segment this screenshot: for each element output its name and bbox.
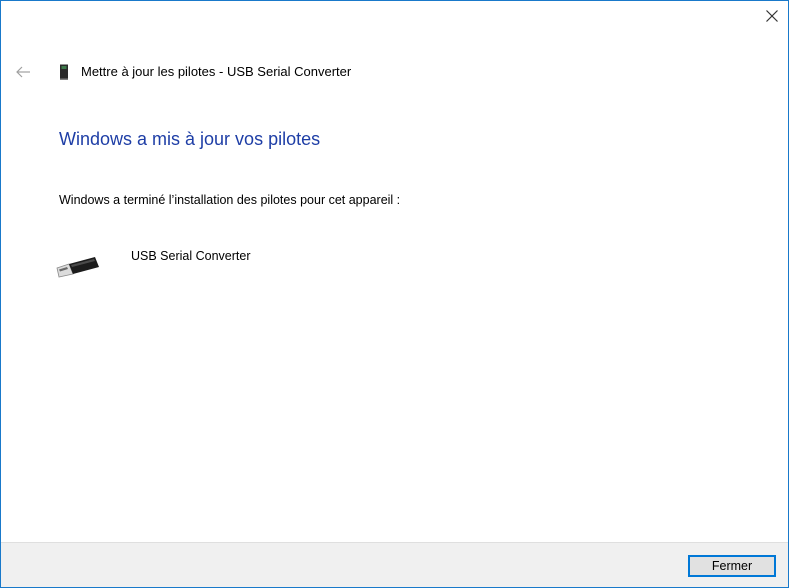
device-name: USB Serial Converter — [131, 249, 251, 263]
driver-device-icon — [60, 64, 68, 80]
close-window-button[interactable] — [756, 1, 788, 31]
close-button[interactable]: Fermer — [688, 555, 776, 577]
close-icon — [766, 10, 778, 22]
usb-plug-icon — [56, 257, 99, 278]
dialog-footer: Fermer — [1, 542, 788, 587]
dialog-header: Mettre à jour les pilotes - USB Serial C… — [1, 57, 701, 87]
install-complete-message: Windows a terminé l’installation des pil… — [59, 193, 401, 207]
page-title: Windows a mis à jour vos pilotes — [59, 129, 321, 149]
arrow-left-icon — [16, 66, 30, 78]
driver-update-dialog: Mettre à jour les pilotes - USB Serial C… — [0, 0, 789, 588]
window-title: Mettre à jour les pilotes - USB Serial C… — [81, 64, 352, 79]
back-button[interactable] — [13, 63, 33, 81]
